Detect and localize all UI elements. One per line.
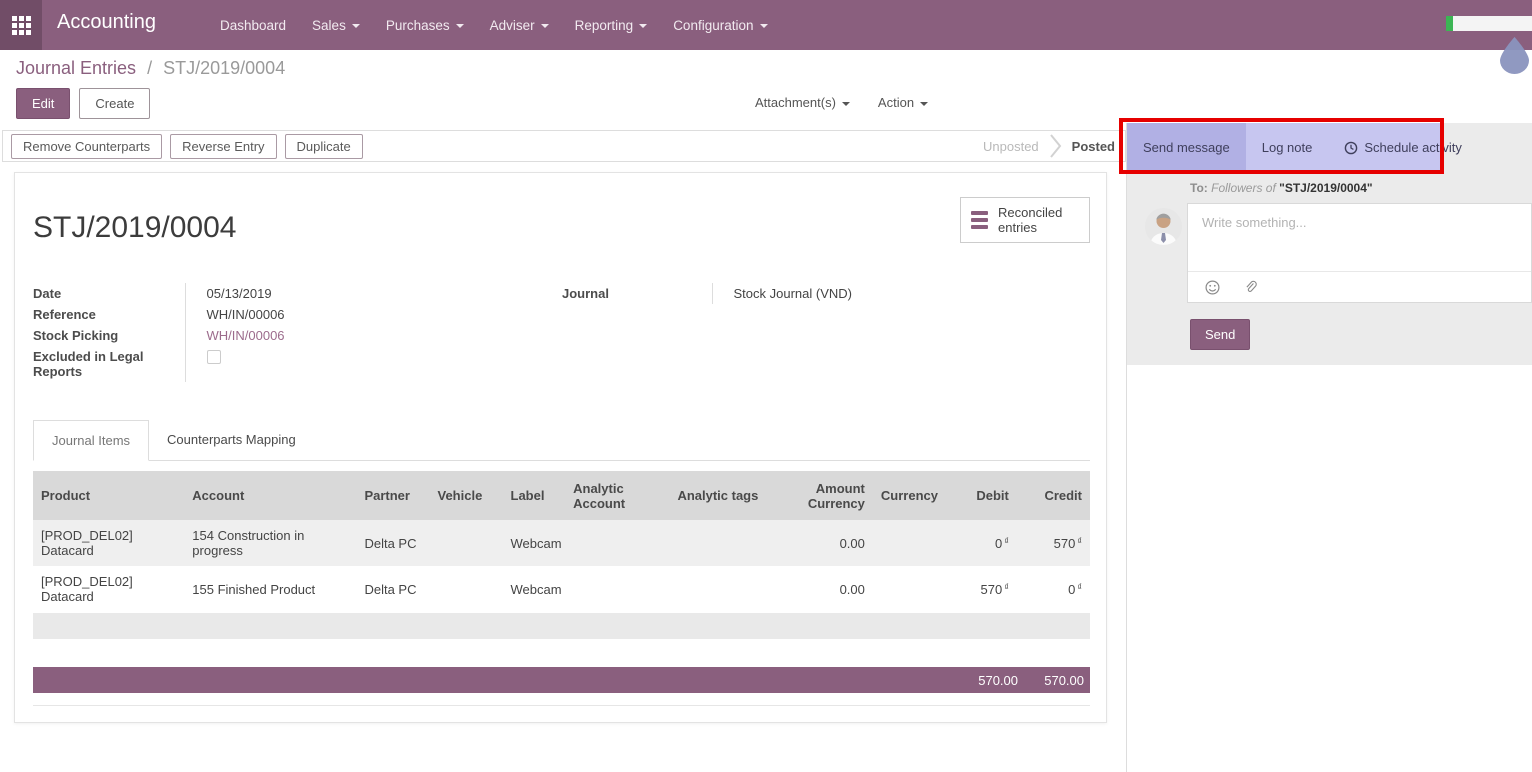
col-analytic-tags: Analytic tags [669, 471, 779, 520]
chevron-down-icon [920, 102, 928, 106]
currency-symbol: ₫ [1004, 582, 1009, 592]
droplet-pointer-icon [1496, 36, 1532, 74]
journal-label: Journal [562, 283, 712, 304]
emoji-icon[interactable] [1205, 280, 1220, 295]
col-debit: Debit [954, 471, 1017, 520]
chevron-down-icon [541, 24, 549, 28]
edit-button[interactable]: Edit [16, 88, 70, 119]
avatar [1145, 208, 1182, 245]
attachments-dropdown[interactable]: Attachment(s) [755, 95, 850, 110]
col-partner: Partner [356, 471, 429, 520]
date-label: Date [33, 283, 185, 304]
currency-symbol: ₫ [1004, 536, 1009, 546]
journal-items-table: Product Account Partner Vehicle Label An… [33, 471, 1090, 612]
remove-counterparts-button[interactable]: Remove Counterparts [11, 134, 162, 159]
menu-reporting[interactable]: Reporting [562, 0, 661, 50]
col-analytic-account: Analytic Account [565, 471, 669, 520]
chevron-down-icon [639, 24, 647, 28]
action-dropdown[interactable]: Action [878, 95, 928, 110]
highlight-box [1119, 118, 1444, 174]
message-input[interactable] [1188, 204, 1531, 270]
currency-symbol: ₫ [1077, 582, 1082, 592]
breadcrumb: Journal Entries / STJ/2019/0004 [16, 58, 285, 79]
col-vehicle: Vehicle [429, 471, 502, 520]
credit-total: 570.00 [1018, 673, 1084, 688]
main-menu: Dashboard Sales Purchases Adviser Report… [207, 0, 781, 50]
debit-total: 570.00 [948, 673, 1018, 688]
col-amount-currency: Amount Currency [779, 471, 873, 520]
reconciled-entries-button[interactable]: Reconciled entries [960, 197, 1090, 243]
create-button[interactable]: Create [79, 88, 150, 119]
navbar-status-widget [1446, 16, 1532, 31]
col-label: Label [503, 471, 566, 520]
excluded-checkbox[interactable] [207, 350, 221, 364]
reference-label: Reference [33, 304, 185, 325]
reference-value: WH/IN/00006 [185, 304, 385, 325]
reverse-entry-button[interactable]: Reverse Entry [170, 134, 276, 159]
chevron-down-icon [760, 24, 768, 28]
stock-picking-label: Stock Picking [33, 325, 185, 346]
tab-journal-items[interactable]: Journal Items [33, 420, 149, 461]
col-currency: Currency [873, 471, 954, 520]
divider [33, 705, 1090, 706]
chatter-panel: Send message Log note Schedule activity … [1126, 123, 1532, 772]
record-title: STJ/2019/0004 [33, 211, 236, 245]
status-step-posted[interactable]: Posted [1072, 139, 1115, 154]
send-button[interactable]: Send [1190, 319, 1250, 350]
currency-symbol: ₫ [1077, 536, 1082, 546]
breadcrumb-journal-entries[interactable]: Journal Entries [16, 58, 136, 78]
menu-purchases[interactable]: Purchases [373, 0, 477, 50]
table-row[interactable]: [PROD_DEL02] Datacard 154 Construction i… [33, 520, 1090, 566]
recipients-line: To: Followers of "STJ/2019/0004" [1190, 181, 1373, 195]
breadcrumb-current: STJ/2019/0004 [163, 58, 285, 78]
chevron-down-icon [456, 24, 464, 28]
apps-menu-icon[interactable] [0, 0, 42, 50]
duplicate-button[interactable]: Duplicate [285, 134, 363, 159]
empty-row [33, 613, 1090, 639]
menu-configuration[interactable]: Configuration [660, 0, 780, 50]
top-navbar: Accounting Dashboard Sales Purchases Adv… [0, 0, 1532, 50]
chevron-right-icon [1049, 133, 1062, 159]
col-credit: Credit [1017, 471, 1090, 520]
col-account: Account [184, 471, 356, 520]
menu-adviser[interactable]: Adviser [477, 0, 562, 50]
excluded-label: Excluded in Legal Reports [33, 346, 185, 382]
journal-value: Stock Journal (VND) [712, 283, 952, 304]
chevron-down-icon [842, 102, 850, 106]
app-title: Accounting [57, 11, 156, 34]
statusbar: Remove Counterparts Reverse Entry Duplic… [2, 130, 1126, 162]
paperclip-icon[interactable] [1244, 280, 1258, 295]
bars-icon [971, 211, 988, 229]
tab-counterparts-mapping[interactable]: Counterparts Mapping [149, 420, 314, 461]
notebook-tabs: Journal Items Counterparts Mapping [33, 420, 1090, 461]
message-composer [1187, 203, 1532, 303]
journal-entry-form: Reconciled entries STJ/2019/0004 Date 05… [14, 172, 1107, 723]
chevron-down-icon [352, 24, 360, 28]
table-row[interactable]: [PROD_DEL02] Datacard 155 Finished Produ… [33, 566, 1090, 612]
menu-dashboard[interactable]: Dashboard [207, 0, 299, 50]
col-product: Product [33, 471, 184, 520]
menu-sales[interactable]: Sales [299, 0, 373, 50]
date-value: 05/13/2019 [185, 283, 385, 304]
status-step-unposted[interactable]: Unposted [983, 139, 1039, 154]
stock-picking-link[interactable]: WH/IN/00006 [207, 328, 285, 343]
totals-row: 570.00 570.00 [33, 667, 1090, 693]
composer-area: To: Followers of "STJ/2019/0004" [1127, 172, 1532, 365]
